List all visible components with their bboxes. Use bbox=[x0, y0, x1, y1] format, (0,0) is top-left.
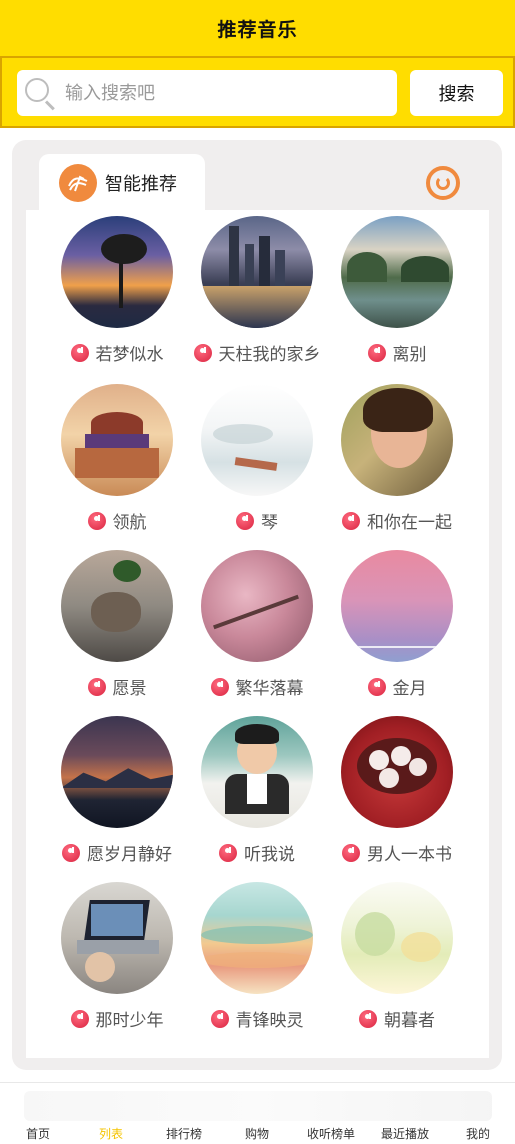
nav-home[interactable]: 首页 bbox=[26, 1125, 50, 1142]
song-item[interactable]: 青锋映灵 bbox=[187, 882, 327, 1042]
song-cover bbox=[61, 384, 173, 496]
song-item[interactable]: 男人一本书 bbox=[327, 716, 467, 876]
music-note-icon bbox=[70, 343, 89, 362]
song-item[interactable]: 领航 bbox=[47, 384, 187, 544]
search-icon bbox=[17, 70, 63, 116]
song-cover bbox=[61, 216, 173, 328]
song-title: 若梦似水 bbox=[95, 345, 164, 365]
song-item[interactable]: 愿岁月静好 bbox=[47, 716, 187, 876]
search-input[interactable] bbox=[65, 73, 385, 113]
music-note-icon bbox=[87, 511, 106, 530]
tab-label: 智能推荐 bbox=[105, 174, 177, 195]
song-cover bbox=[341, 550, 453, 662]
song-title: 和你在一起 bbox=[367, 513, 452, 533]
song-item[interactable]: 朝暮者 bbox=[327, 882, 467, 1042]
song-item[interactable]: 若梦似水 bbox=[47, 216, 187, 376]
song-item[interactable]: 琴 bbox=[187, 384, 327, 544]
song-item[interactable]: 天柱我的家乡 bbox=[187, 216, 327, 376]
song-title: 繁华落幕 bbox=[235, 679, 304, 699]
nav-mine[interactable]: 我的 bbox=[466, 1125, 490, 1142]
search-bar: 搜索 bbox=[0, 56, 515, 128]
music-note-icon bbox=[210, 1009, 229, 1028]
song-cover bbox=[341, 216, 453, 328]
refresh-icon[interactable] bbox=[426, 166, 460, 200]
song-item[interactable]: 金月 bbox=[327, 550, 467, 710]
music-note-icon bbox=[87, 677, 106, 696]
song-title: 愿岁月静好 bbox=[87, 845, 172, 865]
song-title: 领航 bbox=[112, 513, 147, 533]
song-cover bbox=[201, 216, 313, 328]
bottom-nav: 首页 列表 排行榜 购物 收听榜单 最近播放 我的 bbox=[0, 1082, 515, 1144]
song-cover bbox=[201, 716, 313, 828]
music-note-icon bbox=[342, 843, 360, 862]
song-title: 青锋映灵 bbox=[235, 1011, 304, 1031]
song-title: 听我说 bbox=[244, 845, 295, 865]
song-item[interactable]: 繁华落幕 bbox=[187, 550, 327, 710]
song-title: 朝暮者 bbox=[384, 1011, 435, 1031]
nav-ranking[interactable]: 排行榜 bbox=[166, 1125, 202, 1142]
search-button[interactable]: 搜索 bbox=[410, 70, 503, 116]
song-title: 愿景 bbox=[112, 679, 147, 699]
song-cover bbox=[341, 716, 453, 828]
nav-list[interactable]: 列表 bbox=[99, 1125, 123, 1142]
music-note-icon bbox=[193, 343, 212, 362]
song-grid: 若梦似水 天柱我的家乡 离别 领航 琴 和你在一起 愿景 繁华落幕 金月 愿岁月… bbox=[26, 210, 489, 1058]
music-note-icon bbox=[342, 511, 360, 530]
song-title: 男人一本书 bbox=[367, 845, 452, 865]
music-note-icon bbox=[236, 511, 254, 530]
song-item[interactable]: 离别 bbox=[327, 216, 467, 376]
app-header: 推荐音乐 bbox=[0, 0, 515, 56]
music-note-icon bbox=[210, 677, 229, 696]
nav-listen-chart[interactable]: 收听榜单 bbox=[307, 1125, 355, 1142]
song-title: 离别 bbox=[392, 345, 427, 365]
song-cover bbox=[201, 882, 313, 994]
song-cover bbox=[61, 716, 173, 828]
song-cover bbox=[61, 550, 173, 662]
music-note-icon bbox=[62, 843, 80, 862]
music-note-icon bbox=[359, 1009, 377, 1028]
song-cover bbox=[61, 882, 173, 994]
song-item[interactable]: 和你在一起 bbox=[327, 384, 467, 544]
song-title: 金月 bbox=[392, 679, 427, 699]
song-cover bbox=[201, 384, 313, 496]
song-title: 琴 bbox=[261, 513, 278, 533]
song-cover bbox=[341, 384, 453, 496]
page-title: 推荐音乐 bbox=[217, 18, 298, 41]
music-note-icon bbox=[367, 343, 386, 362]
song-title: 天柱我的家乡 bbox=[218, 345, 321, 365]
song-item[interactable]: 那时少年 bbox=[47, 882, 187, 1042]
tab-smart-recommend[interactable]: 智能推荐 bbox=[39, 154, 205, 212]
nav-recent[interactable]: 最近播放 bbox=[381, 1125, 429, 1142]
song-cover bbox=[341, 882, 453, 994]
music-note-icon bbox=[219, 843, 237, 862]
music-note-icon bbox=[367, 677, 386, 696]
music-wave-icon bbox=[59, 164, 97, 202]
song-item[interactable]: 听我说 bbox=[187, 716, 327, 876]
search-box[interactable] bbox=[17, 70, 397, 116]
song-title: 那时少年 bbox=[95, 1011, 164, 1031]
recommend-card: 智能推荐 若梦似水 天柱我的家乡 离别 领航 琴 和你在一起 愿景 繁华落幕 金… bbox=[12, 140, 502, 1070]
nav-shopping[interactable]: 购物 bbox=[245, 1125, 269, 1142]
song-item[interactable]: 愿景 bbox=[47, 550, 187, 710]
music-note-icon bbox=[70, 1009, 89, 1028]
song-cover bbox=[201, 550, 313, 662]
nav-icons bbox=[24, 1091, 492, 1121]
